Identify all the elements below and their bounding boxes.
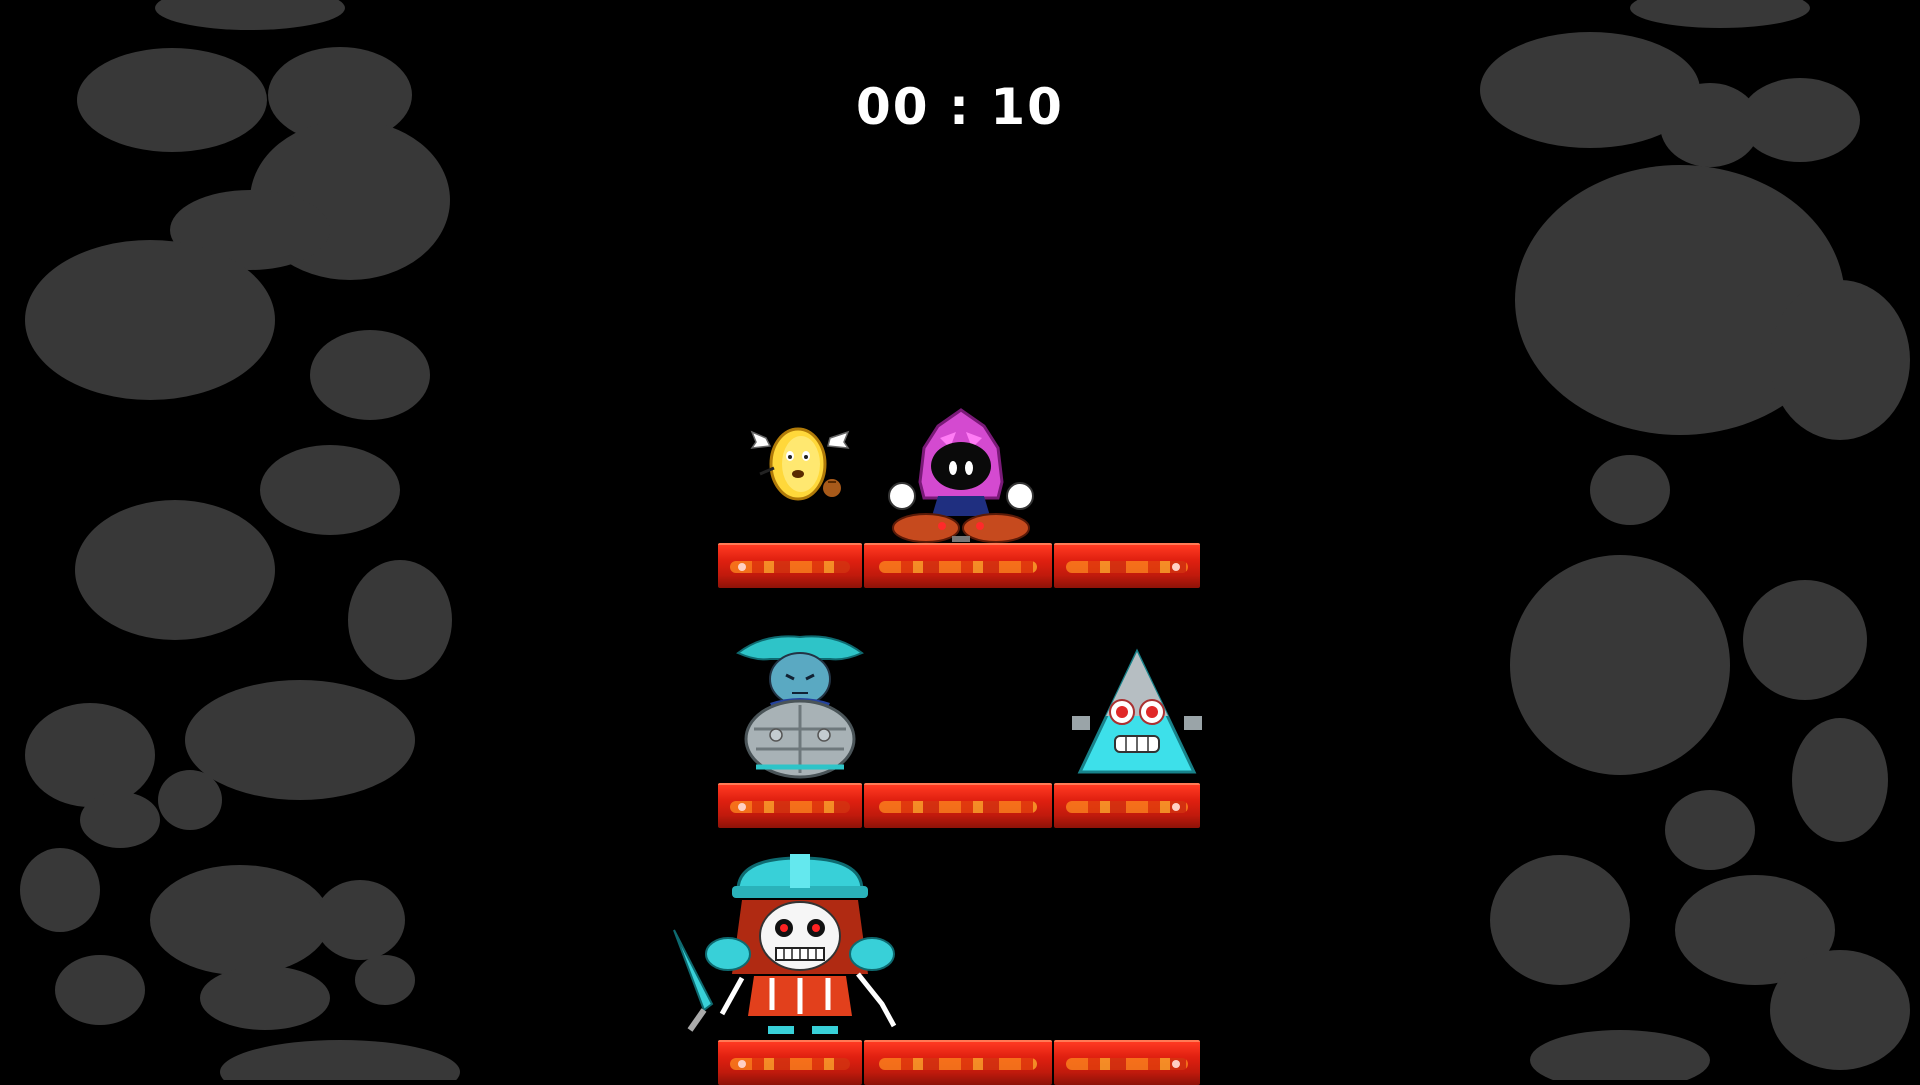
platform-plank <box>864 1040 1052 1085</box>
pink-hooded-character <box>880 408 1042 543</box>
platform-plank <box>1054 543 1200 588</box>
timer-display: 00 : 10 <box>856 78 1064 136</box>
platform-plank <box>1054 783 1200 828</box>
armored-knight-character <box>734 633 866 779</box>
winged-coin-character <box>750 424 850 504</box>
middle-platform <box>718 783 1202 828</box>
platform-plank <box>718 783 862 828</box>
platform-plank <box>864 543 1052 588</box>
platform-plank <box>718 543 862 588</box>
right-cave-wall <box>1460 0 1920 1080</box>
platform-plank <box>718 1040 862 1085</box>
skeleton-helmet-character <box>672 854 908 1040</box>
triangle-character <box>1072 648 1202 775</box>
left-cave-wall <box>0 0 460 1080</box>
platform-plank <box>864 783 1052 828</box>
top-platform <box>718 543 1202 588</box>
platform-plank <box>1054 1040 1200 1085</box>
bottom-platform <box>718 1040 1202 1085</box>
